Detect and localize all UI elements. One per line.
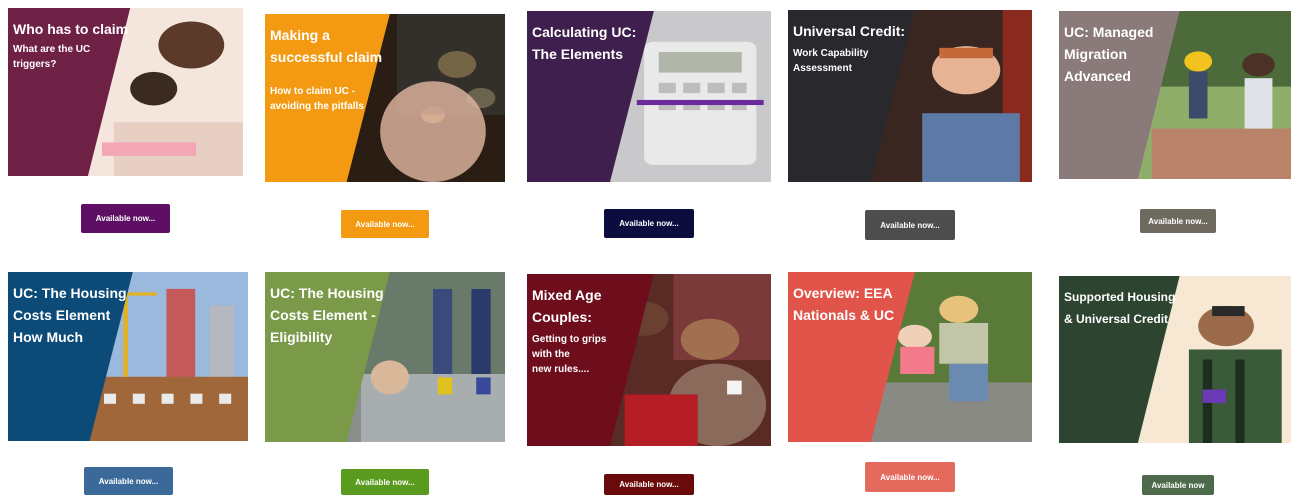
- available-now-button-7[interactable]: Available now...: [341, 469, 429, 495]
- available-now-button-1[interactable]: Available now...: [81, 204, 170, 233]
- course-title: UC: The Housing Costs Element - Eligibil…: [270, 285, 384, 345]
- course-title: UC: Managed Migration Advanced: [1064, 24, 1154, 84]
- available-now-button-5[interactable]: Available now...: [1140, 209, 1216, 233]
- course-tile-2[interactable]: Making a successful claim How to claim UC…: [265, 14, 505, 182]
- available-now-button-9[interactable]: Available now...: [865, 462, 955, 492]
- available-now-button-2[interactable]: Available now...: [341, 210, 429, 238]
- course-subtitle: Work Capability Assessment: [793, 48, 869, 74]
- available-now-button-3[interactable]: Available now...: [604, 209, 694, 238]
- available-now-button-6[interactable]: Available now...: [84, 467, 173, 495]
- course-title: Making a successful claim: [270, 27, 383, 65]
- course-title: Calculating UC: The Elements: [532, 24, 637, 62]
- course-subtitle: Getting to grips with the new rules....: [532, 334, 607, 375]
- course-tile-3[interactable]: Calculating UC: The Elements: [527, 11, 771, 182]
- course-title: Supported Housing & Universal Credit: [1064, 290, 1176, 326]
- course-tile-8[interactable]: Mixed Age Couples: Getting to grips with …: [527, 274, 771, 446]
- course-subtitle: How to claim UC - avoiding the pitfalls: [270, 86, 364, 112]
- course-tile-9[interactable]: Overview: EEA Nationals & UC: [788, 272, 1032, 442]
- course-tile-10[interactable]: Supported Housing & Universal Credit: [1059, 276, 1291, 443]
- course-tile-6[interactable]: UC: The Housing Costs Element How Much: [8, 272, 248, 441]
- course-tile-5[interactable]: UC: Managed Migration Advanced: [1059, 11, 1291, 179]
- course-title: Universal Credit:: [793, 23, 906, 39]
- available-now-button-10[interactable]: Available now: [1142, 475, 1214, 495]
- available-now-button-8[interactable]: Available now...: [604, 474, 694, 495]
- course-title: Who has to claim: [13, 21, 129, 37]
- course-tile-1[interactable]: Who has to claim What are the UC triggers…: [8, 8, 243, 176]
- course-subtitle: What are the UC triggers?: [13, 44, 91, 70]
- available-now-button-4[interactable]: Available now...: [865, 210, 955, 240]
- course-tile-7[interactable]: UC: The Housing Costs Element - Eligibil…: [265, 272, 505, 442]
- course-tile-4[interactable]: Universal Credit: Work Capability Assessm…: [788, 10, 1032, 182]
- course-title: Mixed Age Couples:: [532, 287, 602, 325]
- course-title: Overview: EEA Nationals & UC: [793, 285, 895, 323]
- course-title: UC: The Housing Costs Element How Much: [13, 285, 127, 345]
